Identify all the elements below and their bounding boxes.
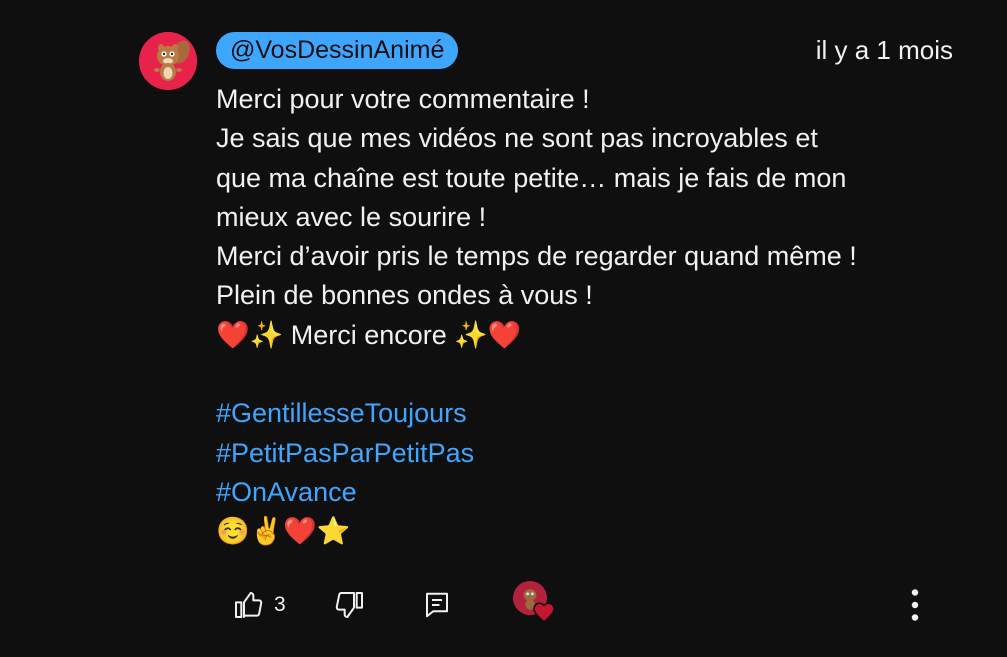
reply-button[interactable] xyxy=(422,578,452,632)
cartoon-squirrel-avatar-icon xyxy=(139,32,197,90)
comment-body: Merci pour votre commentaire ! Je sais q… xyxy=(216,80,976,552)
emoji-line: ☺️✌️❤️⭐ xyxy=(216,516,351,548)
dislike-button[interactable] xyxy=(334,578,366,632)
more-vert-icon xyxy=(911,589,919,621)
comment-thread: @VosDessinAnimé il y a 1 mois Merci pour… xyxy=(0,0,1007,657)
hashtag-link[interactable]: #PetitPasParPetitPas xyxy=(216,434,976,473)
hashtag-link[interactable]: #GentillesseToujours xyxy=(216,394,976,433)
more-actions-button[interactable] xyxy=(900,578,930,632)
comment-action-bar: 3 xyxy=(222,578,982,632)
thumb-up-icon xyxy=(235,592,263,618)
comment-text-line: ❤️✨ Merci encore ✨❤️ xyxy=(216,319,522,350)
comment-text-line: que ma chaîne est toute petite… mais je … xyxy=(216,162,847,193)
comment-timestamp[interactable]: il y a 1 mois xyxy=(816,32,953,69)
like-button[interactable]: 3 xyxy=(232,578,286,632)
thumb-down-icon xyxy=(335,592,363,618)
comment-text-line: Merci d’avoir pris le temps de regarder … xyxy=(216,241,857,272)
comment-text-line: Merci pour votre commentaire ! xyxy=(216,84,590,114)
author-avatar[interactable] xyxy=(139,32,197,90)
author-name-chip[interactable]: @VosDessinAnimé xyxy=(216,32,459,69)
comment-text-line: Je sais que mes vidéos ne sont pas incro… xyxy=(216,123,818,154)
hashtag-link[interactable]: #OnAvance xyxy=(216,473,976,512)
comment-text-line: Plein de bonnes ondes à vous ! xyxy=(216,280,593,311)
reply-icon xyxy=(426,592,448,618)
comment-text-line: mieux avec le sourire ! xyxy=(216,201,487,232)
creator-heart-icon xyxy=(533,602,555,623)
creator-heart-badge xyxy=(513,581,555,623)
like-count: 3 xyxy=(274,593,286,616)
